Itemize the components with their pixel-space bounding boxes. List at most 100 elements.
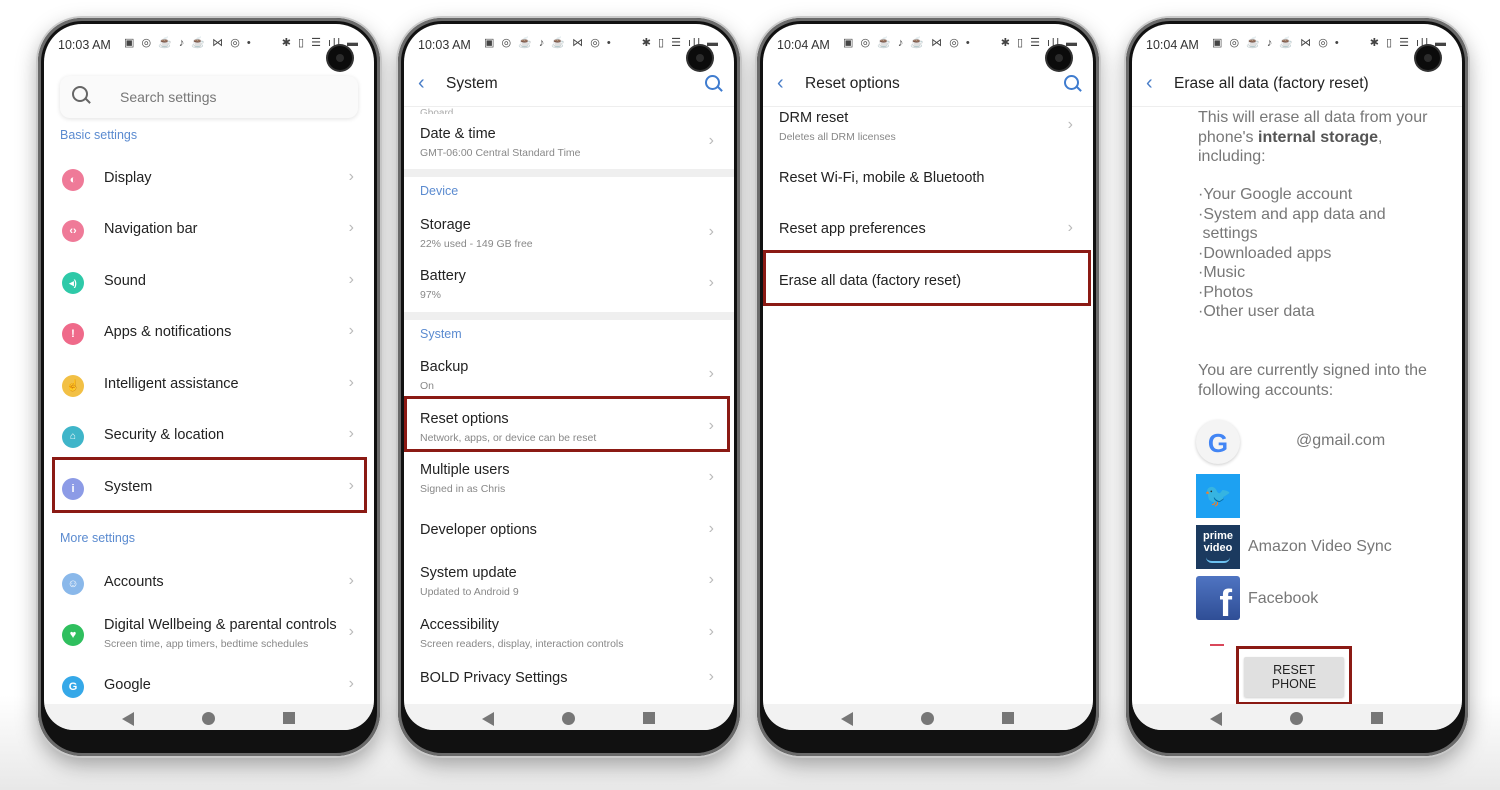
- status-time: 10:03 AM: [418, 38, 471, 52]
- app-bar: ‹ Erase all data (factory reset): [1132, 64, 1462, 107]
- chevron-right-icon: ›: [348, 219, 354, 236]
- item-label: Multiple users: [420, 462, 510, 478]
- intelligent-assistance-icon: ☝: [62, 375, 84, 397]
- home-nav-icon[interactable]: [921, 712, 934, 725]
- search-icon[interactable]: [705, 75, 720, 90]
- prime-smile: [1206, 557, 1230, 563]
- reset-item-app-preferences[interactable]: Reset app preferences ›: [763, 205, 1093, 255]
- chevron-right-icon: ›: [348, 572, 354, 589]
- reset-item-drm[interactable]: DRM reset Deletes all DRM licenses ›: [763, 102, 1093, 152]
- back-arrow-icon[interactable]: ‹: [777, 72, 784, 95]
- chevron-right-icon: ›: [1067, 116, 1073, 133]
- bullet-item: ·Downloaded apps: [1198, 244, 1332, 262]
- item-label: Digital Wellbeing & parental controls: [104, 617, 337, 633]
- page-title: System: [446, 75, 498, 92]
- settings-item-intelligent-assistance[interactable]: ☝ Intelligent assistance ›: [44, 360, 374, 410]
- status-bar: 10:04 AM ▣ ◎ ☕ ♪ ☕ ⋈ ◎ • ✱ ▯ ☰ ıll ▬: [1132, 24, 1462, 62]
- system-item-battery[interactable]: Battery 97% ›: [404, 260, 734, 310]
- back-nav-icon[interactable]: [122, 712, 134, 726]
- system-item-multiple-users[interactable]: Multiple users Signed in as Chris ›: [404, 454, 734, 504]
- system-item-backup[interactable]: Backup On ›: [404, 351, 734, 401]
- sound-icon: ◂): [62, 272, 84, 294]
- accounts-icon: ☺: [62, 573, 84, 595]
- back-arrow-icon[interactable]: ‹: [1146, 72, 1153, 95]
- chevron-right-icon: ›: [708, 468, 714, 485]
- recents-nav-icon[interactable]: [1371, 712, 1383, 724]
- chevron-right-icon: ›: [708, 365, 714, 382]
- erase-bullet-list: ·Your Google account ·System and app dat…: [1198, 185, 1386, 322]
- item-sublabel: 22% used - 149 GB free: [420, 238, 533, 250]
- home-nav-icon[interactable]: [202, 712, 215, 725]
- recents-nav-icon[interactable]: [643, 712, 655, 724]
- settings-item-accounts[interactable]: ☺ Accounts ›: [44, 558, 374, 608]
- back-nav-icon[interactable]: [482, 712, 494, 726]
- back-arrow-icon[interactable]: ‹: [418, 72, 425, 95]
- system-item-date-time[interactable]: Date & time GMT-06:00 Central Standard T…: [404, 118, 734, 168]
- notification-icons: ▣ ◎ ☕ ♪ ☕ ⋈ ◎ •: [1212, 37, 1341, 49]
- screen-system: 10:03 AM ▣ ◎ ☕ ♪ ☕ ⋈ ◎ • ✱ ▯ ☰ ıll ▬ ‹ S…: [404, 24, 734, 730]
- status-bar: 10:04 AM ▣ ◎ ☕ ♪ ☕ ⋈ ◎ • ✱ ▯ ☰ ıll ▬: [763, 24, 1093, 62]
- settings-item-digital-wellbeing[interactable]: ♥ Digital Wellbeing & parental controls …: [44, 609, 374, 659]
- facebook-icon: f: [1196, 576, 1240, 623]
- chevron-right-icon: ›: [708, 668, 714, 685]
- system-item-developer-options[interactable]: Developer options ›: [404, 506, 734, 556]
- settings-item-security-location[interactable]: ⌂ Security & location ›: [44, 411, 374, 461]
- system-item-accessibility[interactable]: Accessibility Screen readers, display, i…: [404, 609, 734, 659]
- erase-intro-text: This will erase all data from your phone…: [1198, 108, 1428, 167]
- chevron-right-icon: ›: [348, 374, 354, 391]
- item-label: Security & location: [104, 427, 225, 443]
- screen-settings: 10:03 AM ▣ ◎ ☕ ♪ ☕ ⋈ ◎ • ✱ ▯ ☰ ıll ▬ Sea…: [44, 24, 374, 730]
- system-item-storage[interactable]: Storage 22% used - 149 GB free ›: [404, 209, 734, 259]
- phone-erase-all-data: 10:04 AM ▣ ◎ ☕ ♪ ☕ ⋈ ◎ • ✱ ▯ ☰ ıll ▬ ‹ E…: [1126, 18, 1468, 756]
- settings-item-display[interactable]: ◐ Display ›: [44, 154, 374, 204]
- item-label: Google: [104, 677, 151, 693]
- item-sublabel: Screen readers, display, interaction con…: [420, 638, 624, 650]
- back-nav-icon[interactable]: [1210, 712, 1222, 726]
- prime-video-logo: prime video: [1196, 530, 1240, 554]
- prime-video-icon: prime video: [1196, 525, 1240, 569]
- item-sublabel: Updated to Android 9: [420, 586, 519, 598]
- item-label: Reset app preferences: [779, 221, 926, 237]
- item-sublabel: Signed in as Chris: [420, 483, 506, 495]
- item-label: Backup: [420, 359, 469, 375]
- settings-item-sound[interactable]: ◂) Sound ›: [44, 257, 374, 307]
- item-sublabel: GMT-06:00 Central Standard Time: [420, 147, 581, 159]
- twitter-bird-glyph: 🐦: [1204, 483, 1232, 508]
- search-settings-input[interactable]: Search settings: [60, 76, 358, 118]
- system-item-bold-privacy[interactable]: BOLD Privacy Settings ›: [404, 654, 734, 704]
- chevron-right-icon: ›: [708, 132, 714, 149]
- highlight-box: [1236, 646, 1352, 705]
- recents-nav-icon[interactable]: [283, 712, 295, 724]
- system-item-system-update[interactable]: System update Updated to Android 9 ›: [404, 557, 734, 607]
- item-label: Apps & notifications: [104, 324, 232, 340]
- chevron-right-icon: ›: [708, 623, 714, 640]
- section-device: Device: [420, 184, 459, 198]
- item-label: System update: [420, 565, 517, 581]
- settings-item-apps-notifications[interactable]: ! Apps & notifications ›: [44, 308, 374, 358]
- navigation-bar-icon: ‹›: [62, 220, 84, 242]
- back-nav-icon[interactable]: [841, 712, 853, 726]
- chevron-right-icon: ›: [348, 322, 354, 339]
- apps-notifications-icon: !: [62, 323, 84, 345]
- section-more-settings: More settings: [60, 531, 136, 545]
- chevron-right-icon: ›: [1067, 219, 1073, 236]
- recents-nav-icon[interactable]: [1002, 712, 1014, 724]
- google-g-glyph: G: [1207, 428, 1229, 458]
- screen-erase-all-data: 10:04 AM ▣ ◎ ☕ ♪ ☕ ⋈ ◎ • ✱ ▯ ☰ ıll ▬ ‹ E…: [1132, 24, 1462, 730]
- notification-icons: ▣ ◎ ☕ ♪ ☕ ⋈ ◎ •: [843, 37, 972, 49]
- page-title: Erase all data (factory reset): [1174, 75, 1369, 92]
- intro-text-bold: internal storage: [1258, 128, 1379, 146]
- home-nav-icon[interactable]: [1290, 712, 1303, 725]
- logo-line: video: [1203, 542, 1233, 554]
- item-label: Accounts: [104, 574, 164, 590]
- settings-item-navigation-bar[interactable]: ‹› Navigation bar ›: [44, 205, 374, 255]
- section-system: System: [420, 327, 462, 341]
- item-sublabel: On: [420, 380, 435, 392]
- search-icon[interactable]: [1064, 75, 1079, 90]
- item-sublabel: Screen time, app timers, bedtime schedul…: [104, 638, 309, 650]
- phone-system: 10:03 AM ▣ ◎ ☕ ♪ ☕ ⋈ ◎ • ✱ ▯ ☰ ıll ▬ ‹ S…: [398, 18, 740, 756]
- item-label: Reset Wi-Fi, mobile & Bluetooth: [779, 170, 985, 186]
- notification-icons: ▣ ◎ ☕ ♪ ☕ ⋈ ◎ •: [484, 37, 613, 49]
- home-nav-icon[interactable]: [562, 712, 575, 725]
- reset-item-wifi-mobile-bluetooth[interactable]: Reset Wi-Fi, mobile & Bluetooth: [763, 154, 1093, 204]
